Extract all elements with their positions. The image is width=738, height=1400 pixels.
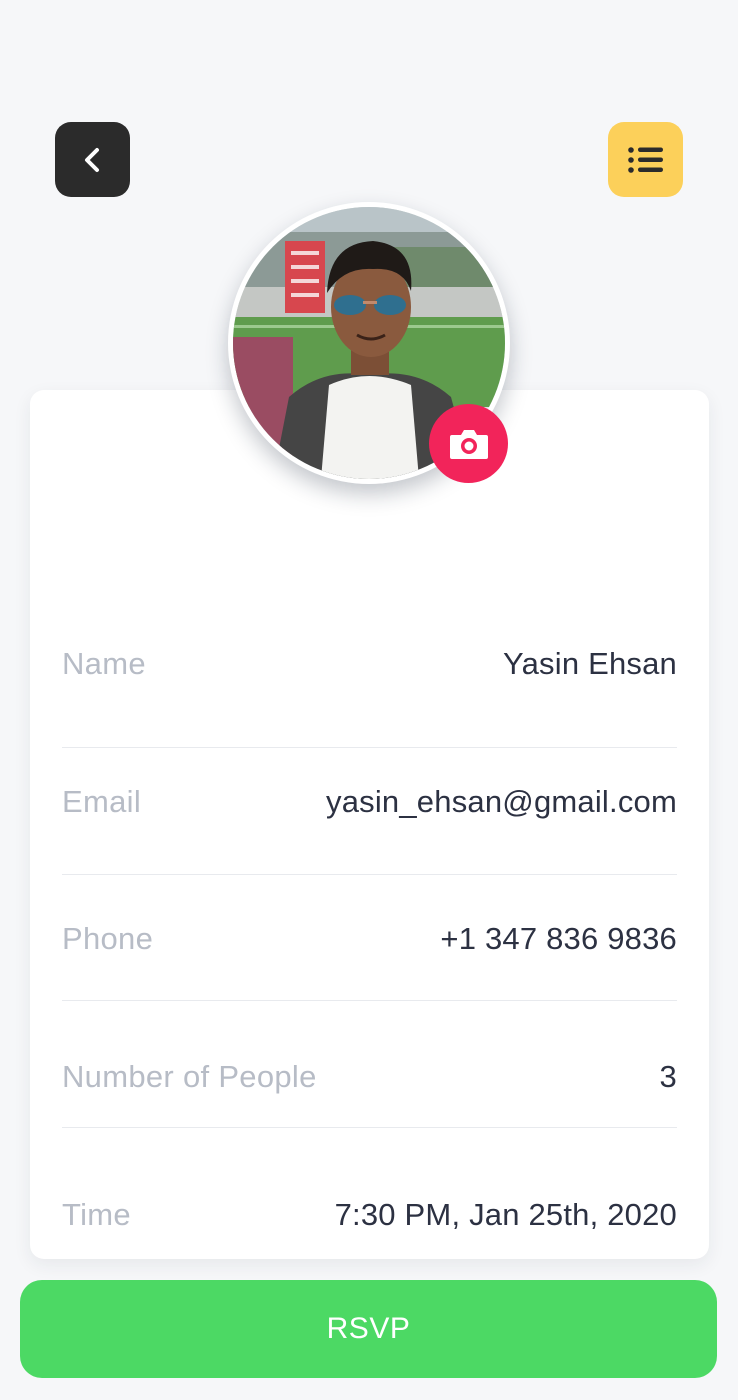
change-photo-button[interactable] <box>429 404 508 483</box>
people-count-row: Number of People 3 <box>62 1059 677 1095</box>
people-count-value[interactable]: 3 <box>660 1059 677 1095</box>
phone-value[interactable]: +1 347 836 9836 <box>440 921 677 957</box>
chevron-left-icon <box>84 147 99 172</box>
divider <box>62 1127 677 1128</box>
divider <box>62 874 677 875</box>
time-row: Time 7:30 PM, Jan 25th, 2020 <box>62 1197 677 1233</box>
divider <box>62 1000 677 1001</box>
rsvp-button[interactable]: RSVP <box>20 1280 717 1378</box>
menu-button[interactable] <box>608 122 683 197</box>
phone-row: Phone +1 347 836 9836 <box>62 921 677 957</box>
name-row: Name Yasin Ehsan <box>62 646 677 682</box>
people-count-label: Number of People <box>62 1059 317 1094</box>
name-value[interactable]: Yasin Ehsan <box>503 646 677 682</box>
time-value[interactable]: 7:30 PM, Jan 25th, 2020 <box>335 1197 677 1233</box>
time-label: Time <box>62 1197 131 1232</box>
phone-label: Phone <box>62 921 154 956</box>
name-label: Name <box>62 646 146 681</box>
list-icon <box>627 146 663 173</box>
email-value[interactable]: yasin_ehsan@gmail.com <box>326 784 677 820</box>
profile-card <box>30 390 709 1259</box>
email-row: Email yasin_ehsan@gmail.com <box>62 784 677 820</box>
email-label: Email <box>62 784 142 819</box>
camera-icon <box>449 429 488 459</box>
back-button[interactable] <box>55 122 130 197</box>
divider <box>62 747 677 748</box>
